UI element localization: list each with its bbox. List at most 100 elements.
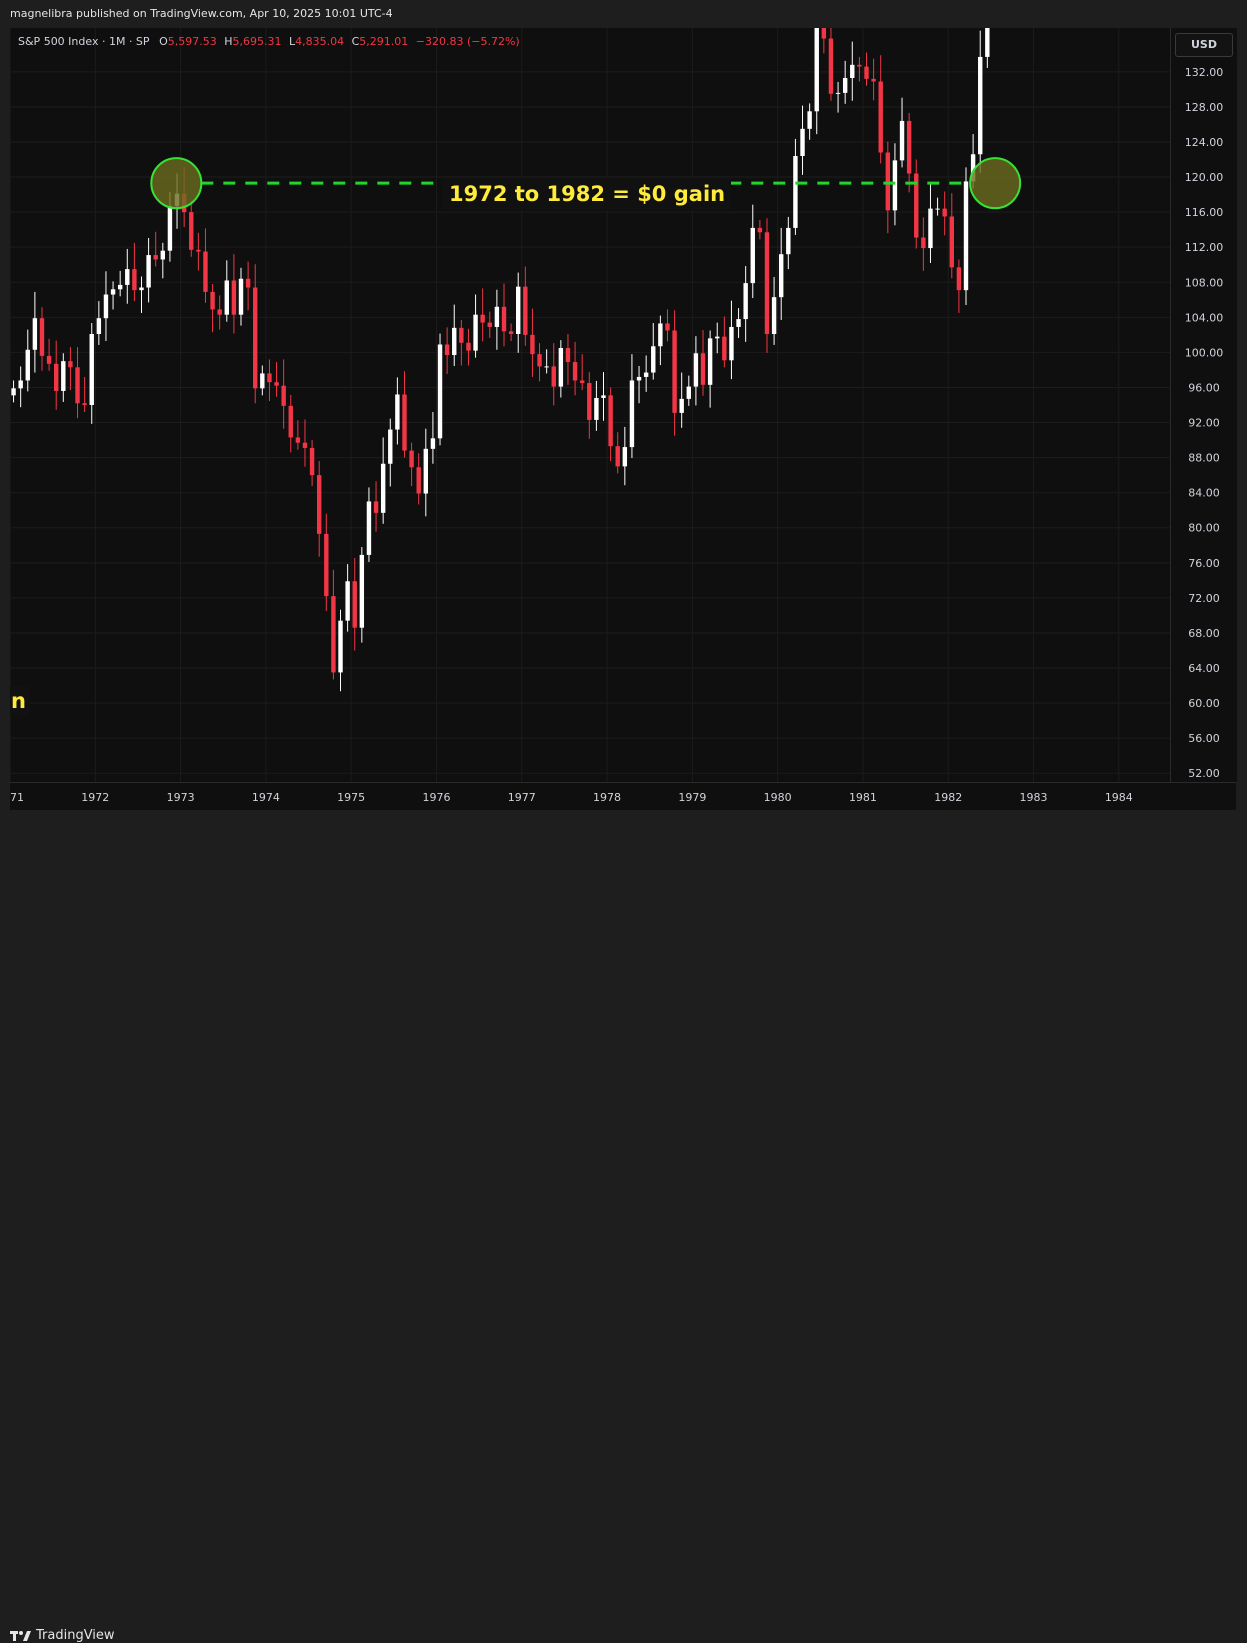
candle-body [203,251,208,292]
candle-body [835,92,841,94]
currency-button[interactable]: USD [1175,33,1233,57]
candle-body [743,283,748,320]
candle-body [686,386,692,399]
candle-body [530,334,535,355]
candle-body [89,333,94,405]
candle-body [25,349,30,381]
candle-body [715,336,720,339]
highlight-circle [150,157,203,210]
candle-body [267,373,272,383]
time-scale[interactable]: 1971 1972 1973 1974 1975 1976 1977 1978 1979 1980… [0,782,1236,811]
legend-close-value: 5,291.01 [359,35,409,48]
candle-body [544,366,549,368]
candle-body [750,227,755,284]
candle-body [352,581,357,628]
candle-body [160,250,166,260]
candle-body [857,64,862,67]
candle-body [736,319,741,327]
candle-body [892,160,898,211]
price-tick-label: 60.00 [1188,697,1220,710]
legend-change: −320.83 (−5.72%) [415,35,520,48]
candle-body [850,64,855,78]
candle-body [466,342,471,351]
publish-header: magnelibra published on TradingView.com,… [0,0,1247,28]
candle-body [871,78,876,82]
price-tick-label: 64.00 [1188,662,1220,675]
price-tick-label: 84.00 [1188,487,1220,500]
candle-body [53,363,59,391]
candle-body [416,467,421,494]
annotation-label[interactable]: 1972 to 1982 = $0 gain [443,178,732,210]
candle-body [523,286,528,335]
tradingview-logo-icon [10,1630,31,1641]
annotation-label-offscreen: 1972 to 1982 = $0 gain [10,686,29,716]
legend-high-value: 5,695.31 [232,35,282,48]
candle-body [579,380,585,384]
candle-body [885,152,891,211]
price-tick-label: 76.00 [1188,557,1220,570]
time-tick-label: 1980 [764,791,792,804]
candle-body [274,382,279,386]
candle-body [295,437,301,443]
candle-body [338,620,343,673]
candle-body [921,237,926,249]
candle-body [117,284,123,290]
chart-pane[interactable] [10,28,1170,782]
candle-body [565,348,571,363]
candle-body [238,278,244,315]
candle-body [608,395,613,447]
time-tick-label: 1976 [422,791,450,804]
candle-body [949,216,954,268]
price-tick-label: 56.00 [1188,732,1220,745]
candle-body [324,533,329,597]
candle-body [388,429,393,464]
time-tick-label: 1973 [167,791,195,804]
candle-body [629,380,635,448]
time-tick-label: 1974 [252,791,280,804]
candle-body [601,395,606,398]
chart-plot[interactable] [10,28,1170,782]
candle-body [508,331,514,334]
annotation-label-offscreen-text: 1972 to 1982 = $0 gain [10,689,26,713]
candle-body [125,269,130,285]
candle-body [707,338,713,385]
candle-body [978,56,983,155]
candle-body [82,403,87,405]
candle-body [359,554,365,628]
candle-body [409,450,414,468]
candle-body [672,330,677,413]
candle-body [516,286,521,334]
candle-body [587,383,592,420]
candle-body [132,269,137,291]
candle-body [18,380,23,389]
legend-high-key: H [224,35,233,48]
candle-body [594,397,599,420]
tradingview-brand[interactable]: TradingView [10,1628,115,1643]
candle-body [68,361,73,368]
time-tick-label: 1982 [934,791,962,804]
candle-body [814,28,819,112]
candle-body [764,232,770,334]
candle-body [551,366,556,387]
candle-body [622,447,628,467]
time-tick-label: 1978 [593,791,621,804]
legend-open-key: O [159,35,168,48]
candle-body [501,306,507,332]
time-tick-label: 1983 [1020,791,1048,804]
candle-body [459,327,464,343]
price-tick-label: 52.00 [1188,767,1220,780]
price-scale-labels: 132.00 128.00 124.00 120.00 116.00 112.00 108.… [1185,66,1224,780]
price-tick-label: 68.00 [1188,627,1220,640]
candle-body [928,208,933,249]
brand-text: TradingView [36,1628,115,1643]
candle-body [39,318,45,356]
price-tick-label: 96.00 [1188,381,1220,394]
price-tick-label: 132.00 [1185,66,1224,79]
candle-body [658,323,663,347]
price-scale[interactable]: 132.00 128.00 124.00 120.00 116.00 112.00 108.… [1170,28,1237,782]
time-tick-label: 1975 [337,791,365,804]
candle-body [331,596,336,673]
candle-body [679,398,684,413]
candle-body [899,120,905,161]
price-tick-label: 120.00 [1185,171,1224,184]
